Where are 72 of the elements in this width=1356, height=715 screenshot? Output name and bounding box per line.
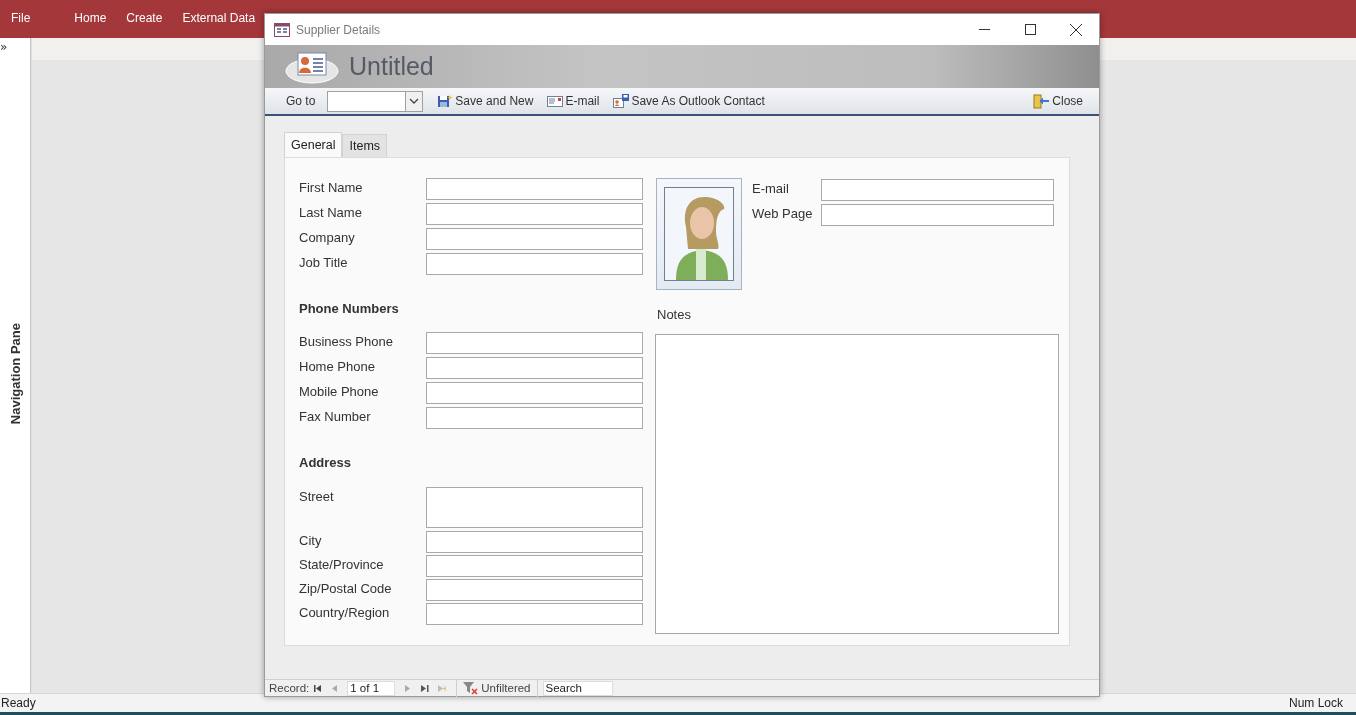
record-label: Record:	[269, 682, 310, 694]
save-and-new-button[interactable]: Save and New	[437, 92, 534, 110]
field-label: E-mail	[751, 180, 790, 198]
save-contact-button[interactable]: Save As Outlook Contact	[613, 92, 765, 110]
ribbon-tab[interactable]: Create	[116, 0, 173, 38]
field-label: Last Name	[298, 204, 363, 221]
form-icon	[274, 22, 290, 37]
field-label: Home Phone	[298, 358, 376, 375]
contact-photo[interactable]	[656, 178, 742, 290]
status-text: Ready	[1, 696, 36, 710]
input-field[interactable]	[426, 178, 643, 200]
field-label: Street	[298, 488, 335, 505]
field-label: Country/Region	[298, 604, 391, 621]
window-title: Supplier Details	[296, 22, 381, 37]
current-record-field[interactable]: 1 of 1	[347, 680, 396, 696]
input-field[interactable]	[426, 332, 643, 354]
form-tab[interactable]: Items	[342, 134, 388, 157]
input-field[interactable]	[426, 203, 643, 225]
input-field[interactable]	[426, 531, 643, 553]
num-lock-indicator: Num Lock	[1288, 696, 1343, 710]
ribbon-tab[interactable]: Home	[64, 0, 117, 38]
input-field[interactable]	[821, 179, 1054, 201]
section-heading: Address	[299, 455, 353, 471]
form-tab[interactable]: General	[284, 132, 343, 157]
input-field[interactable]	[426, 357, 643, 379]
field-label: City	[298, 532, 323, 549]
text-area[interactable]	[426, 487, 643, 528]
previous-record-icon	[332, 684, 338, 692]
caret-icon	[409, 98, 420, 104]
first-record-icon	[313, 684, 322, 692]
go-to-label: Go to	[286, 94, 316, 108]
ribbon-tab[interactable]: External Data	[172, 0, 266, 38]
field-label: Company	[298, 229, 356, 246]
field-label: Job Title	[298, 254, 349, 271]
door-arrow-icon	[1033, 93, 1051, 109]
new-record-icon	[437, 684, 446, 692]
input-field[interactable]	[426, 603, 643, 625]
input-field[interactable]	[426, 382, 643, 404]
form-heading: Untitled	[349, 52, 434, 81]
field-label: First Name	[298, 179, 364, 196]
navigation-pane-title: Navigation Pane	[7, 323, 23, 425]
input-field[interactable]	[426, 579, 643, 601]
envelope-icon	[547, 95, 564, 107]
next-record-icon	[405, 684, 411, 692]
ribbon-tab[interactable]: File	[2, 0, 41, 38]
email-button[interactable]: E-mail	[547, 92, 600, 110]
filter-toggle[interactable]: Unfiltered	[463, 679, 531, 697]
close-form-button[interactable]: Close	[1033, 91, 1083, 111]
notes-field[interactable]	[655, 334, 1059, 634]
go-to-dropdown[interactable]	[327, 90, 424, 112]
field-label: Business Phone	[298, 333, 394, 350]
expand-pane-button[interactable]: »	[0, 41, 8, 53]
contact-card-icon	[613, 94, 630, 108]
field-label: Fax Number	[298, 408, 372, 425]
field-label: State/Province	[298, 556, 385, 573]
field-label: Notes	[656, 306, 692, 323]
input-field[interactable]	[426, 555, 643, 577]
save-new-icon	[437, 94, 454, 108]
filter-icon	[463, 681, 479, 695]
input-field[interactable]	[426, 407, 643, 429]
maximize-icon	[1024, 24, 1036, 35]
last-record-icon	[420, 684, 429, 692]
search-field[interactable]: Search	[542, 680, 613, 696]
person-silhouette-icon	[664, 187, 734, 281]
section-heading: Phone Numbers	[299, 301, 400, 317]
input-field[interactable]	[426, 228, 643, 250]
field-label: Mobile Phone	[298, 383, 380, 400]
input-field[interactable]	[426, 253, 643, 275]
input-field[interactable]	[821, 204, 1054, 226]
field-label: Zip/Postal Code	[298, 580, 393, 597]
close-icon	[1070, 23, 1082, 36]
field-label: Web Page	[751, 205, 814, 223]
